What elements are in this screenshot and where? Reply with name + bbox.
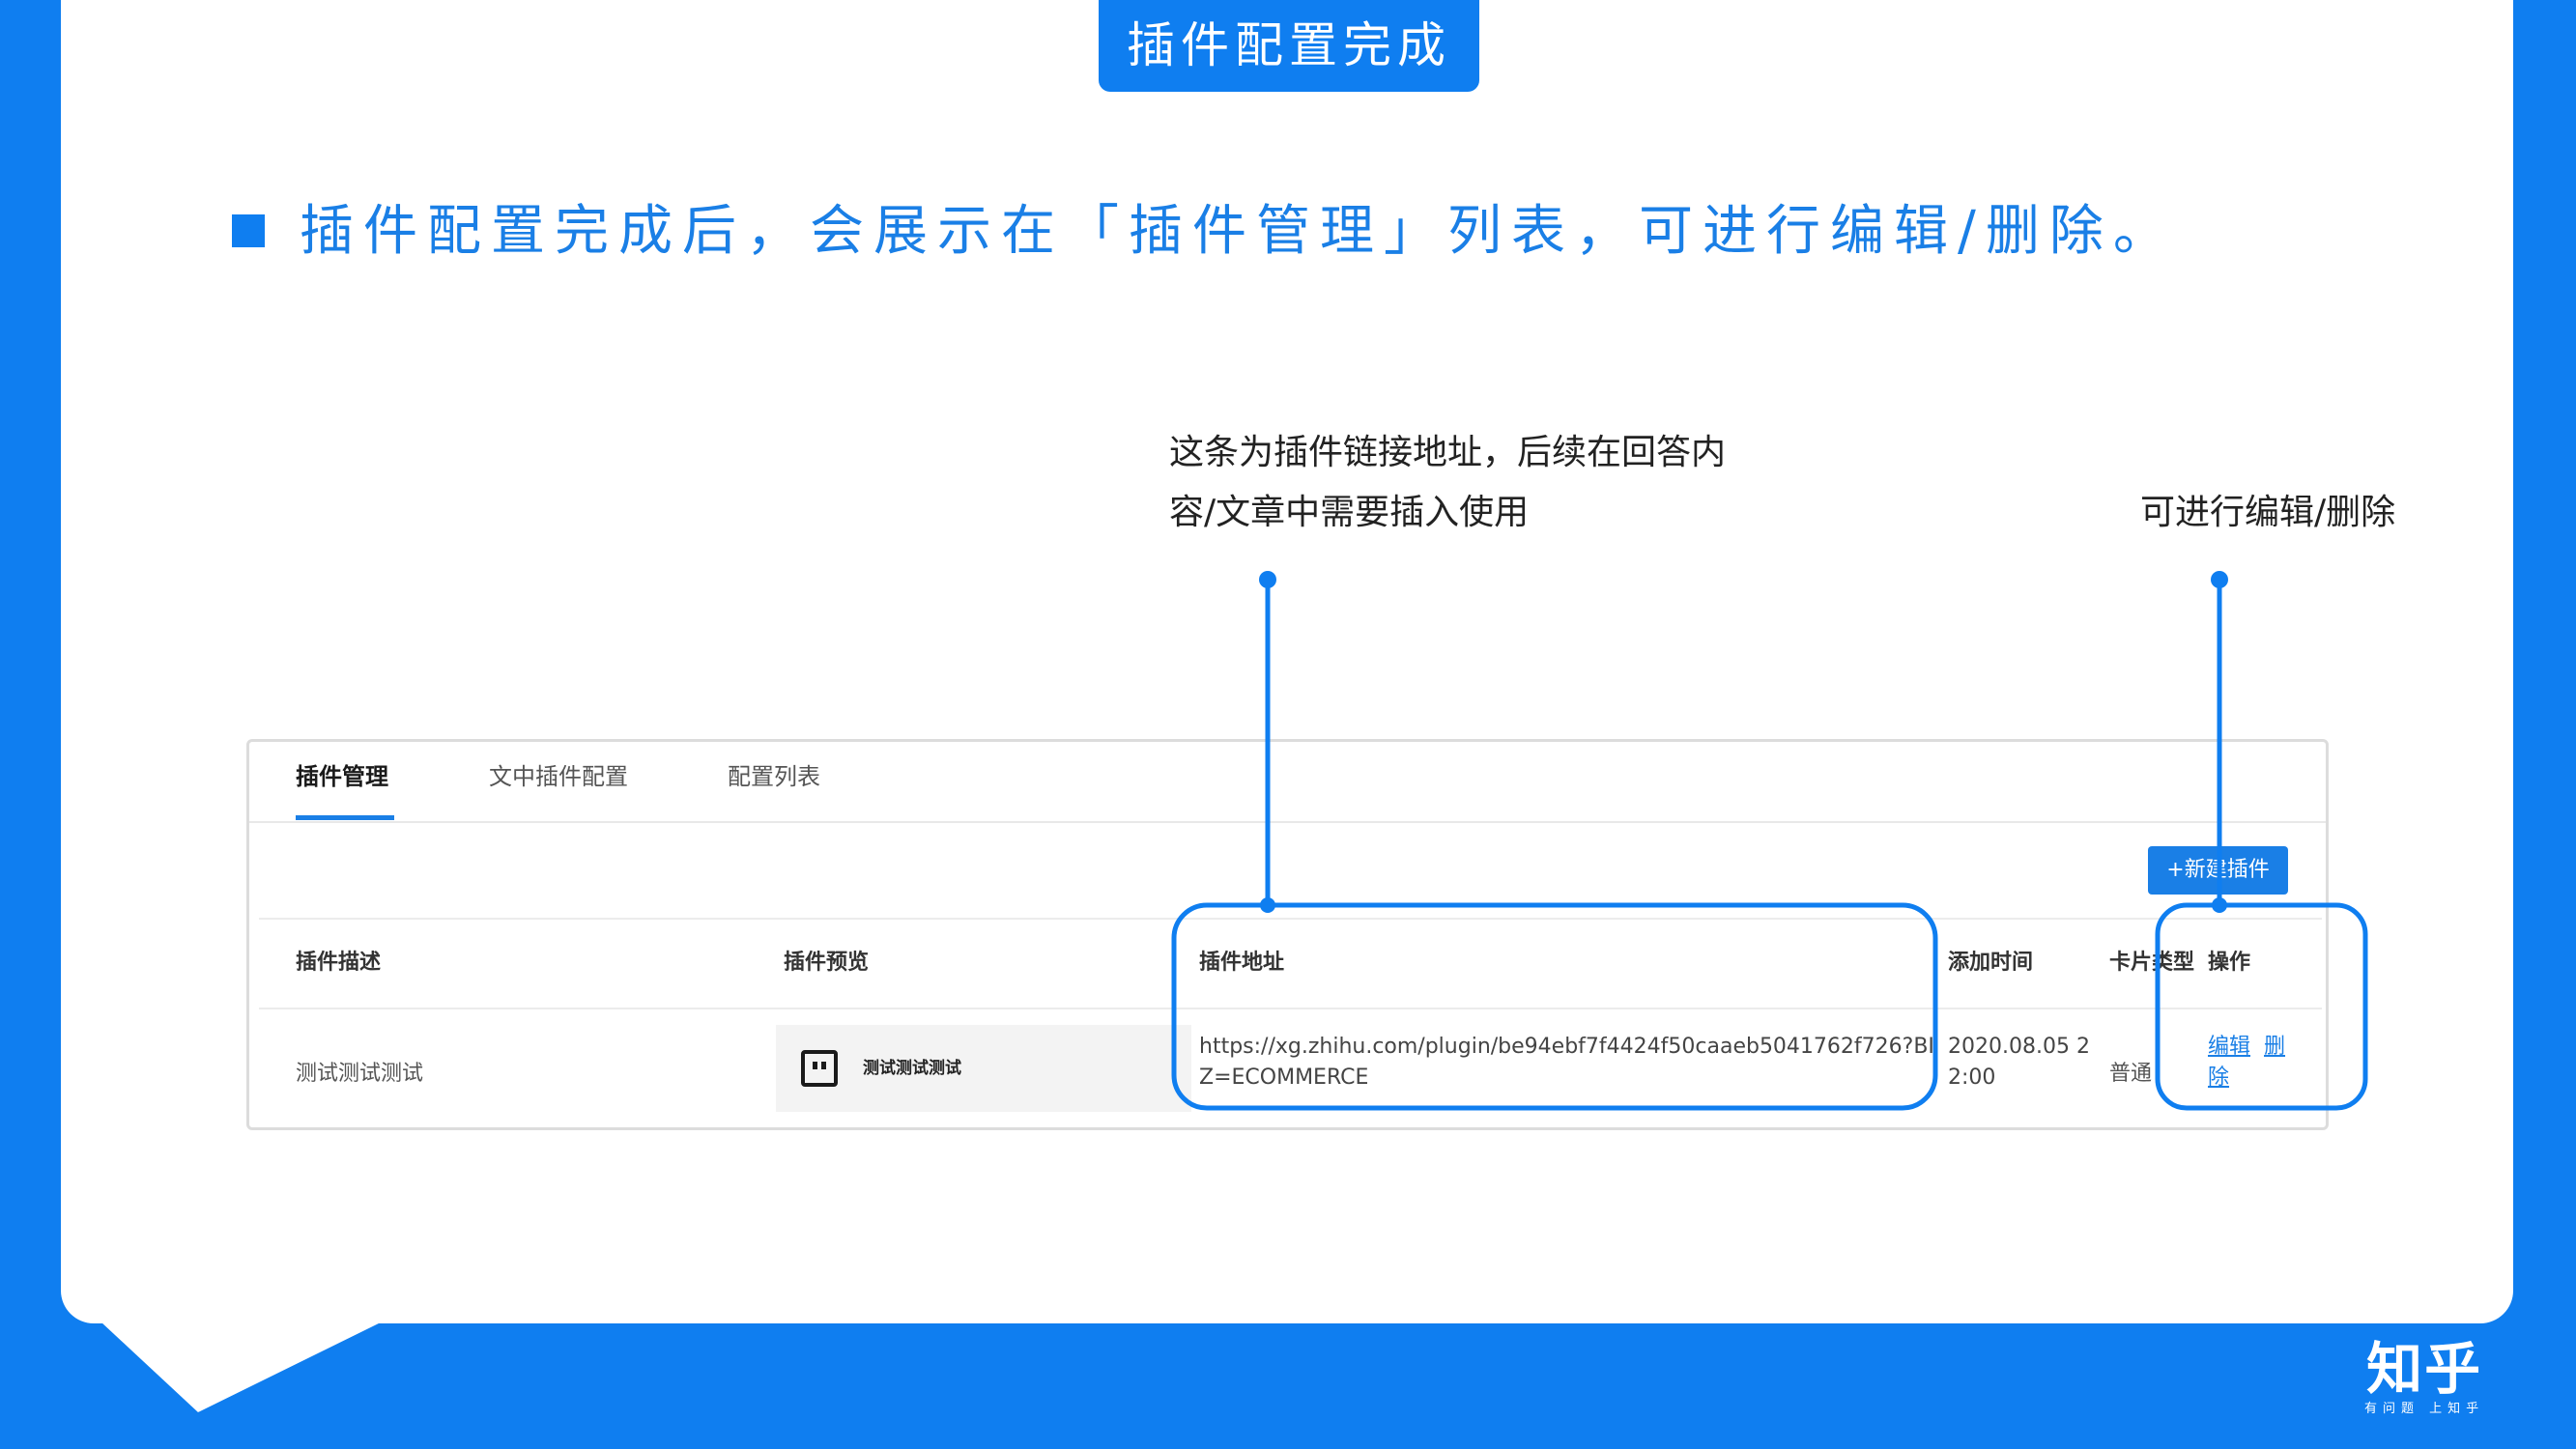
url-annotation: 这条为插件链接地址，后续在回答内 容/文章中需要插入使用 — [1169, 423, 1726, 543]
zhihu-logo: 知乎 有问题 上知乎 — [2364, 1338, 2484, 1419]
bullet-square-icon — [232, 214, 265, 247]
column-header-card-type: 卡片类型 — [2109, 951, 2195, 975]
plugin-url: https://xg.zhihu.com/plugin/be94ebf7f442… — [1199, 1035, 1934, 1090]
url-annotation-line-2: 容/文章中需要插入使用 — [1169, 493, 1530, 532]
column-header-added-time: 添加时间 — [1948, 951, 2034, 975]
edit-link[interactable]: 编辑 — [2208, 1035, 2250, 1059]
column-header-actions: 操作 — [2208, 951, 2251, 975]
zhihu-logo-mark: 知乎 — [2366, 1336, 2483, 1402]
actions-annotation: 可进行编辑/删除 — [2140, 493, 2396, 532]
plugin-management-screenshot: 插件管理 文中插件配置 配置列表 +新建插件 插件描述 插件预览 插件地址 添加… — [246, 739, 2329, 1130]
column-header-url: 插件地址 — [1199, 951, 1285, 975]
table-row-divider — [259, 1008, 2322, 1009]
slide-headline: 插件配置完成后，会展示在「插件管理」列表，可进行编辑/删除。 — [300, 200, 2177, 263]
row-description: 测试测试测试 — [296, 1062, 424, 1086]
new-plugin-button[interactable]: +新建插件 — [2148, 846, 2288, 895]
column-header-preview: 插件预览 — [784, 951, 870, 975]
table-header-divider — [259, 918, 2322, 920]
plugin-preview-text: 测试测试测试 — [863, 1059, 961, 1078]
card-type: 普通 — [2109, 1062, 2153, 1086]
tab-bar: 插件管理 文中插件配置 配置列表 — [249, 742, 2326, 823]
zhihu-logo-slogan: 有问题 上知乎 — [2364, 1402, 2485, 1416]
active-tab-indicator — [296, 815, 394, 820]
row-actions: 编辑 删除 — [2208, 1032, 2304, 1094]
url-annotation-line-1: 这条为插件链接地址，后续在回答内 — [1169, 433, 1727, 472]
plugin-preview-card: 测试测试测试 — [776, 1025, 1191, 1112]
tab-plugin-management[interactable]: 插件管理 — [296, 742, 388, 821]
added-time: 2020.08.05 22:00 — [1948, 1035, 2090, 1090]
slide-title: 插件配置完成 — [1099, 0, 1479, 92]
tab-config-list[interactable]: 配置列表 — [728, 742, 820, 821]
plugin-preview-icon — [801, 1050, 838, 1087]
column-header-description: 插件描述 — [296, 951, 382, 975]
tab-inline-plugin-config[interactable]: 文中插件配置 — [489, 742, 628, 821]
